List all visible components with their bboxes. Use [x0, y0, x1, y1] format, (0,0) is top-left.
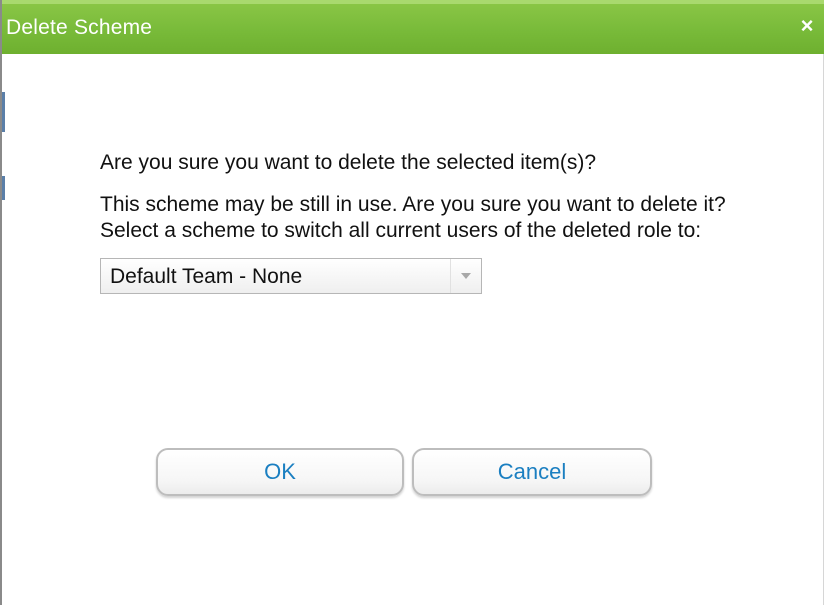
titlebar-highlight [2, 0, 824, 4]
edge-marker [2, 92, 5, 132]
edge-marker [2, 176, 5, 200]
close-button[interactable]: × [796, 15, 818, 37]
chevron-down-icon[interactable] [450, 259, 481, 293]
scheme-select[interactable]: Default Team - None [100, 258, 482, 294]
left-edge-markers [2, 0, 10, 605]
confirm-question: Are you sure you want to delete the sele… [100, 151, 597, 174]
delete-scheme-dialog: Delete Scheme × Are you sure you want to… [0, 0, 824, 605]
ok-button[interactable]: OK [156, 448, 404, 496]
dialog-content: Are you sure you want to delete the sele… [100, 150, 780, 294]
cancel-button[interactable]: Cancel [412, 448, 652, 496]
warning-text: This scheme may be still in use. Are you… [100, 193, 726, 242]
scheme-select-value: Default Team - None [110, 265, 303, 288]
dialog-titlebar[interactable]: Delete Scheme × [2, 0, 824, 54]
dialog-title: Delete Scheme [6, 16, 153, 39]
